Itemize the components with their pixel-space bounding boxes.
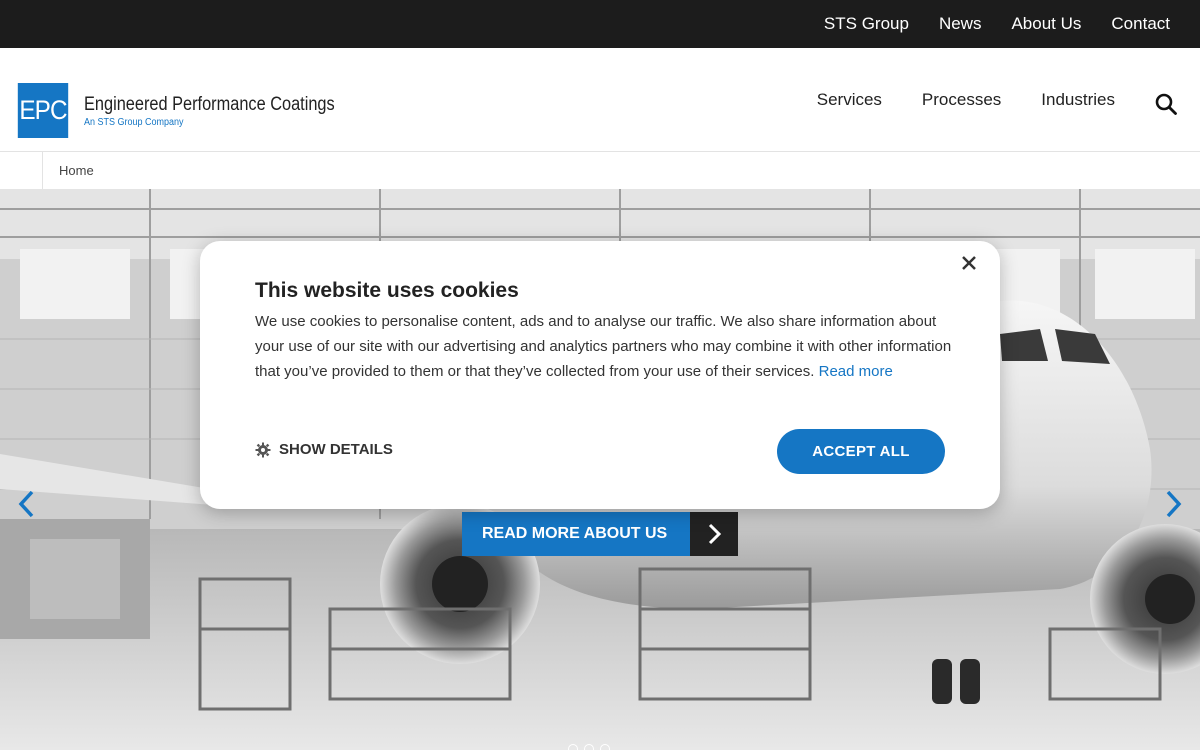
logo-mark: EPC xyxy=(17,83,69,138)
breadcrumb-home[interactable]: Home xyxy=(59,163,94,178)
logo-name: Engineered Performance Coatings xyxy=(84,94,335,115)
site-logo[interactable]: EPC Engineered Performance Coatings An S… xyxy=(15,83,376,138)
cookie-body: We use cookies to personalise content, a… xyxy=(255,309,955,384)
gear-icon xyxy=(255,442,271,457)
close-icon xyxy=(962,256,976,270)
chevron-right-icon xyxy=(1166,490,1182,518)
utility-link-about-us[interactable]: About Us xyxy=(1011,14,1081,34)
cookie-read-more-link[interactable]: Read more xyxy=(819,363,893,380)
slider-prev-button[interactable] xyxy=(12,489,42,519)
search-button[interactable] xyxy=(1154,92,1178,116)
read-more-about-us-button[interactable]: READ MORE ABOUT US xyxy=(462,512,738,556)
site-header: EPC Engineered Performance Coatings An S… xyxy=(0,48,1200,152)
cookie-title: This website uses cookies xyxy=(255,279,519,302)
logo-tagline: An STS Group Company xyxy=(84,117,184,128)
utility-link-sts-group[interactable]: STS Group xyxy=(824,14,909,34)
utility-link-contact[interactable]: Contact xyxy=(1111,14,1170,34)
show-details-label: SHOW DETAILS xyxy=(279,441,393,458)
utility-nav: STS Group News About Us Contact xyxy=(824,0,1170,48)
cta-label: READ MORE ABOUT US xyxy=(462,512,690,556)
slider-dots xyxy=(568,744,610,750)
cookie-close-button[interactable] xyxy=(960,254,978,272)
top-utility-bar: STS Group News About Us Contact xyxy=(0,0,1200,48)
slider-dot[interactable] xyxy=(600,744,610,750)
accept-all-button[interactable]: ACCEPT ALL xyxy=(777,429,945,474)
search-icon xyxy=(1155,93,1177,115)
chevron-left-icon xyxy=(18,490,34,518)
main-nav: Services Processes Industries xyxy=(817,90,1115,110)
breadcrumb: Home xyxy=(0,152,1200,189)
slider-dot[interactable] xyxy=(584,744,594,750)
nav-item-processes[interactable]: Processes xyxy=(922,90,1001,110)
nav-item-services[interactable]: Services xyxy=(817,90,882,110)
show-details-toggle[interactable]: SHOW DETAILS xyxy=(255,441,393,458)
slider-next-button[interactable] xyxy=(1158,489,1188,519)
utility-link-news[interactable]: News xyxy=(939,14,982,34)
chevron-right-icon xyxy=(708,523,722,545)
nav-item-industries[interactable]: Industries xyxy=(1041,90,1115,110)
cookie-consent-dialog: This website uses cookies We use cookies… xyxy=(200,241,1000,509)
slider-dot[interactable] xyxy=(568,744,578,750)
